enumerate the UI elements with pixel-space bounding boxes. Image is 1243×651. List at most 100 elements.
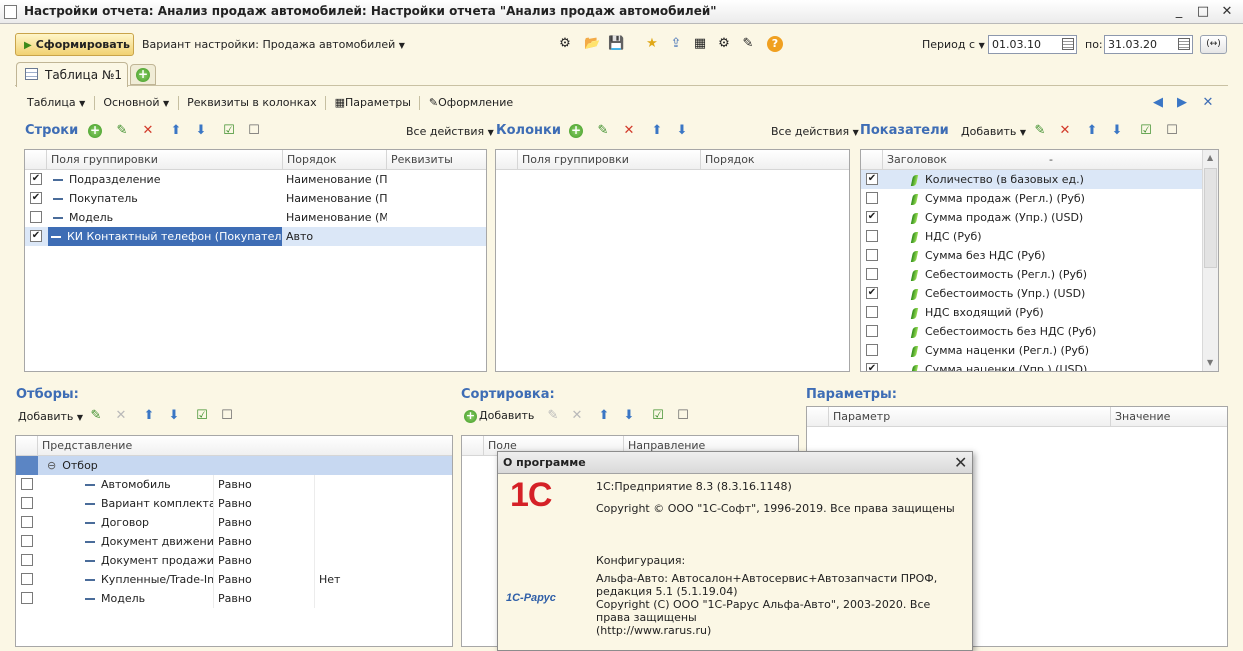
filter-row[interactable]: Автомобиль Равно	[16, 475, 452, 494]
export-icon[interactable]: ⇪	[668, 36, 684, 52]
move-down-icon[interactable]: ⬇	[1109, 123, 1125, 139]
delete-icon[interactable]: ✕	[1057, 123, 1073, 139]
filter-value[interactable]	[316, 551, 452, 570]
add-tab-button[interactable]: +	[130, 64, 156, 85]
indicator-row[interactable]: Себестоимость без НДС (Руб)	[861, 322, 1202, 341]
filter-value[interactable]	[316, 475, 452, 494]
filter-checkbox[interactable]	[21, 535, 33, 547]
filter-value[interactable]	[316, 589, 452, 608]
indicator-checkbox[interactable]: ✔	[866, 287, 878, 299]
add-icon[interactable]: +	[88, 124, 102, 138]
collapse-icon[interactable]: ⊖	[47, 459, 56, 472]
filter-row[interactable]: Модель Равно	[16, 589, 452, 608]
move-down-icon[interactable]: ⬇	[166, 408, 182, 424]
period-to-field[interactable]: 31.03.20	[1104, 35, 1193, 54]
delete-icon[interactable]: ✕	[113, 408, 129, 424]
indicator-row[interactable]: ✔ Сумма продаж (Упр.) (USD)	[861, 208, 1202, 227]
column-header[interactable]: Значение	[1111, 407, 1227, 427]
design-button[interactable]: ✎Оформление	[429, 96, 513, 109]
help-icon[interactable]: ?	[767, 36, 783, 52]
minimize-button[interactable]: _	[1170, 3, 1188, 21]
indicator-row[interactable]: НДС (Руб)	[861, 227, 1202, 246]
edit-icon[interactable]: ✎	[740, 36, 756, 52]
filters-add-menu[interactable]: Добавить ▼	[18, 410, 83, 423]
filter-condition[interactable]: Равно	[215, 475, 315, 494]
filter-condition[interactable]: Равно	[215, 589, 315, 608]
sort-add-button[interactable]: + Добавить	[464, 409, 534, 423]
uncheck-all-icon[interactable]: ☐	[675, 408, 691, 424]
move-up-icon[interactable]: ⬆	[649, 123, 665, 139]
pencil-icon[interactable]: ✎	[595, 123, 611, 139]
indicator-checkbox[interactable]	[866, 192, 878, 204]
requisites-in-columns-button[interactable]: Реквизиты в колонках	[187, 96, 316, 109]
filter-row[interactable]: Договор Равно	[16, 513, 452, 532]
indicator-checkbox[interactable]	[866, 344, 878, 356]
report-settings-icon[interactable]: ▦	[692, 36, 708, 52]
indicator-row[interactable]: Себестоимость (Регл.) (Руб)	[861, 265, 1202, 284]
row-checkbox[interactable]	[30, 211, 42, 223]
move-down-icon[interactable]: ⬇	[193, 123, 209, 139]
scroll-thumb[interactable]	[1204, 168, 1217, 268]
row-checkbox[interactable]: ✔	[30, 230, 42, 242]
maximize-button[interactable]: □	[1194, 3, 1212, 21]
indicator-checkbox[interactable]: ✔	[866, 363, 878, 371]
filter-group-row[interactable]: ⊖ Отбор	[16, 456, 452, 475]
indicator-checkbox[interactable]	[866, 325, 878, 337]
filter-checkbox[interactable]	[21, 478, 33, 490]
indicator-row[interactable]: НДС входящий (Руб)	[861, 303, 1202, 322]
move-up-icon[interactable]: ⬆	[596, 408, 612, 424]
check-all-icon[interactable]: ☑	[194, 408, 210, 424]
row-checkbox[interactable]: ✔	[30, 173, 42, 185]
main-menu[interactable]: Основной ▼	[103, 96, 169, 109]
delete-icon[interactable]: ✕	[621, 123, 637, 139]
column-header[interactable]: Поля группировки	[518, 150, 701, 170]
move-down-icon[interactable]: ⬇	[674, 123, 690, 139]
config-url[interactable]: (http://www.rarus.ru)	[596, 624, 711, 637]
check-all-icon[interactable]: ☑	[221, 123, 237, 139]
close-button[interactable]: ✕	[1218, 3, 1236, 21]
indicator-checkbox[interactable]	[866, 249, 878, 261]
generate-button[interactable]: ▶ Сформировать	[15, 33, 134, 56]
variant-select[interactable]: Вариант настройки: Продажа автомобилей ▼	[142, 38, 405, 51]
save-icon[interactable]: 💾	[608, 36, 624, 52]
rows-all-actions[interactable]: Все действия ▼	[406, 125, 494, 138]
add-icon[interactable]: +	[569, 124, 583, 138]
check-all-icon[interactable]: ☑	[650, 408, 666, 424]
column-header[interactable]: Реквизиты	[387, 150, 486, 170]
indicator-row[interactable]: ✔ Себестоимость (Упр.) (USD)	[861, 284, 1202, 303]
load-settings-icon[interactable]: 📂	[584, 36, 600, 52]
period-select-button[interactable]: (↔)	[1200, 35, 1227, 54]
filter-checkbox[interactable]	[21, 497, 33, 509]
column-header[interactable]: Представление	[38, 436, 452, 456]
filter-condition[interactable]: Равно	[215, 551, 315, 570]
filter-value[interactable]	[316, 532, 452, 551]
pencil-icon[interactable]: ✎	[88, 408, 104, 424]
filter-checkbox[interactable]	[21, 516, 33, 528]
favorite-icon[interactable]: ★	[644, 36, 660, 52]
parameters-button[interactable]: ▦Параметры	[335, 96, 411, 109]
filter-checkbox[interactable]	[21, 573, 33, 585]
dialog-close-icon[interactable]: ✕	[954, 453, 967, 472]
move-up-icon[interactable]: ⬆	[1084, 123, 1100, 139]
filter-row[interactable]: Купленные/Trade-In Равно Нет	[16, 570, 452, 589]
filter-condition[interactable]: Равно	[215, 513, 315, 532]
row-checkbox[interactable]: ✔	[30, 192, 42, 204]
column-header[interactable]: Порядок	[701, 150, 849, 170]
column-header[interactable]: Поля группировки	[47, 150, 283, 170]
filter-checkbox[interactable]	[21, 592, 33, 604]
scrollbar[interactable]: ▲ ▼	[1202, 150, 1218, 371]
arrow-right-icon[interactable]: ▶	[1174, 95, 1190, 111]
filter-value[interactable]	[316, 494, 452, 513]
tab-table-1[interactable]: Таблица №1	[16, 62, 128, 87]
column-header[interactable]: Заголовок -	[883, 150, 1203, 170]
move-up-icon[interactable]: ⬆	[168, 123, 184, 139]
check-all-icon[interactable]: ☑	[1138, 123, 1154, 139]
column-header[interactable]: Параметр	[829, 407, 1111, 427]
scroll-down-icon[interactable]: ▼	[1207, 358, 1213, 367]
settings-icon[interactable]: ⚙	[557, 36, 573, 52]
pencil-icon[interactable]: ✎	[1032, 123, 1048, 139]
move-down-icon[interactable]: ⬇	[621, 408, 637, 424]
filter-checkbox[interactable]	[21, 554, 33, 566]
pencil-icon[interactable]: ✎	[114, 123, 130, 139]
move-up-icon[interactable]: ⬆	[141, 408, 157, 424]
